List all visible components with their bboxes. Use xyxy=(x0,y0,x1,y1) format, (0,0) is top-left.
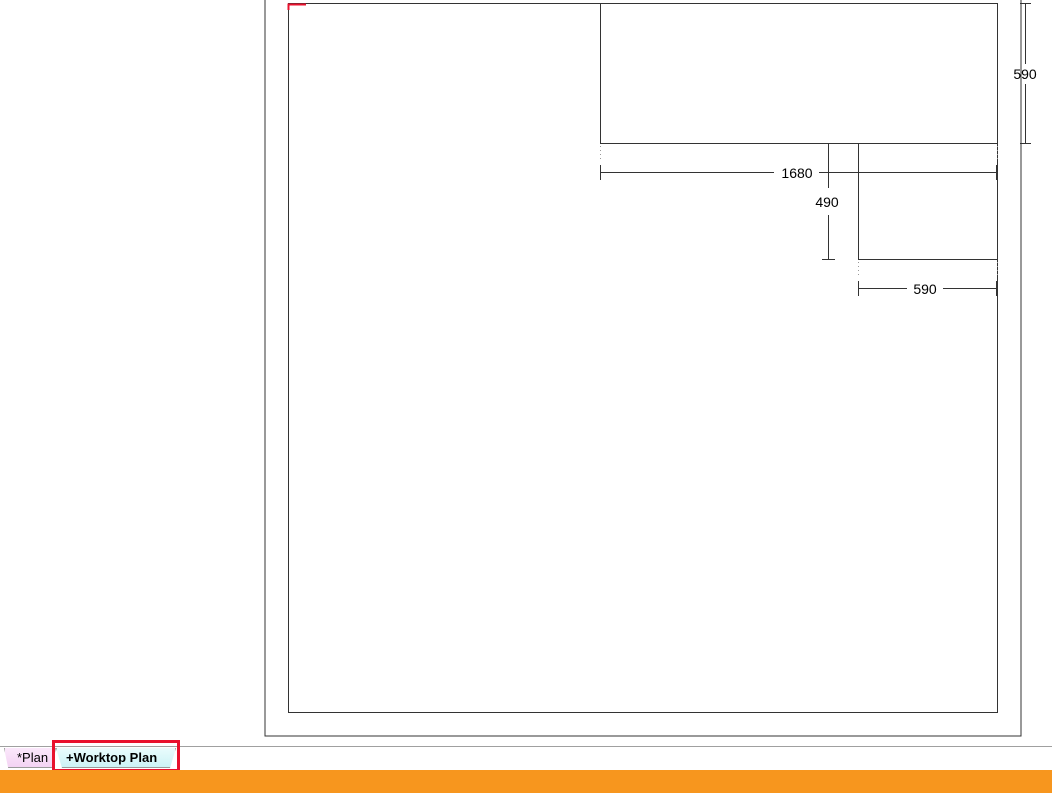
dimension-label-upper-width: 1680 xyxy=(781,165,812,181)
origin-cursor-mark xyxy=(287,3,306,10)
dimension-label-side-depth: 490 xyxy=(815,194,839,210)
tab-plan[interactable]: *Plan xyxy=(4,748,56,768)
sheet-frame xyxy=(264,0,1022,737)
dimension-side-depth[interactable]: 490 xyxy=(815,143,839,260)
dimension-label-side-width: 590 xyxy=(913,281,937,297)
upper-worktop-outline[interactable] xyxy=(600,3,998,144)
dimension-upper-depth[interactable]: 590 xyxy=(1013,3,1037,144)
sheet-tab-bar: *Plan +Worktop Plan xyxy=(0,746,1052,770)
tab-worktop-plan[interactable]: +Worktop Plan xyxy=(56,748,176,768)
dimension-label-upper-depth: 590 xyxy=(1013,66,1037,82)
status-bar xyxy=(0,770,1052,793)
room-outline[interactable] xyxy=(288,3,998,713)
dimension-upper-width[interactable]: 1680 xyxy=(600,165,997,181)
worktop-plan-drawing[interactable]: 590 1680 490 590 xyxy=(0,0,1052,746)
drawing-canvas[interactable]: 590 1680 490 590 xyxy=(0,0,1052,746)
dimension-side-width[interactable]: 590 xyxy=(858,281,997,297)
side-worktop-outline[interactable] xyxy=(858,143,998,260)
